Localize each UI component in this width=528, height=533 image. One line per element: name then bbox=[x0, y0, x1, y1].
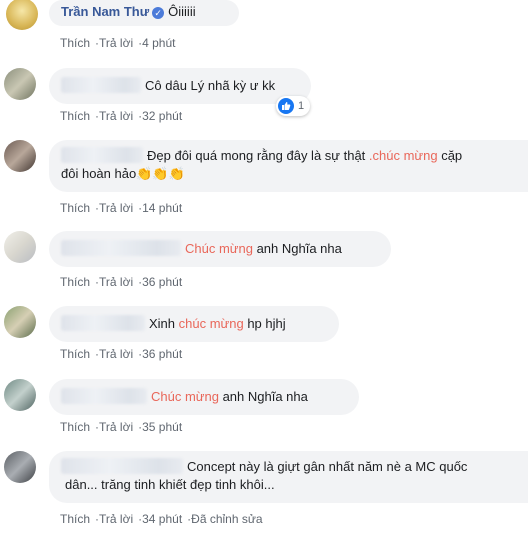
edited-link[interactable]: Đã chỉnh sửa bbox=[191, 512, 262, 526]
comment-bubble: Concept này là giựt gân nhất năm nè a MC… bbox=[49, 451, 528, 503]
like-link[interactable]: Thích bbox=[60, 512, 90, 526]
comment-text: đôi hoàn hảo bbox=[61, 166, 137, 181]
comment-bubble: Đẹp đôi quá mong rằng đây là sự thật .ch… bbox=[49, 140, 528, 192]
comment-actions: Thích ·Trả lời ·36 phút bbox=[60, 275, 183, 289]
avatar[interactable] bbox=[4, 451, 36, 483]
clap-emoji: 👏👏👏 bbox=[136, 166, 185, 181]
comment-text: anh Nghĩa nha bbox=[252, 241, 342, 256]
reply-link[interactable]: Trả lời bbox=[99, 347, 133, 361]
timestamp[interactable]: 36 phút bbox=[142, 347, 182, 361]
comment-bubble: Cô dâu Lý nhã kỳ ư kk bbox=[49, 68, 311, 104]
blurred-author-name bbox=[61, 458, 183, 474]
reply-link[interactable]: Trả lời bbox=[99, 420, 133, 434]
highlighted-text: chúc mừng bbox=[178, 316, 244, 331]
avatar[interactable] bbox=[4, 379, 36, 411]
reply-link[interactable]: Trả lời bbox=[99, 275, 133, 289]
blurred-author-name bbox=[61, 77, 141, 93]
comment-text: Concept này là giựt gân nhất năm nè a MC… bbox=[187, 459, 468, 474]
comment-bubble: Trần Nam Thư ✓ Ôiiiiii bbox=[49, 0, 239, 26]
avatar[interactable] bbox=[4, 140, 36, 172]
blurred-author-name bbox=[61, 388, 147, 404]
like-link[interactable]: Thích bbox=[60, 36, 90, 50]
comment-text: anh Nghĩa nha bbox=[218, 389, 308, 404]
like-link[interactable]: Thích bbox=[60, 347, 90, 361]
like-reaction-icon bbox=[278, 98, 294, 114]
comment-text: hp hjhj bbox=[243, 316, 286, 331]
timestamp[interactable]: 4 phút bbox=[142, 36, 175, 50]
comment-text: cặp bbox=[437, 148, 463, 163]
like-link[interactable]: Thích bbox=[60, 420, 90, 434]
avatar[interactable] bbox=[4, 231, 36, 263]
like-link[interactable]: Thích bbox=[60, 201, 90, 215]
like-link[interactable]: Thích bbox=[60, 275, 90, 289]
timestamp[interactable]: 35 phút bbox=[142, 420, 182, 434]
reaction-count[interactable]: 1 bbox=[276, 96, 311, 116]
verified-badge-icon: ✓ bbox=[152, 7, 165, 19]
comment-text: dân... trăng tinh khiết đẹp tinh khôi... bbox=[65, 477, 275, 492]
reply-link[interactable]: Trả lời bbox=[99, 201, 133, 215]
avatar[interactable] bbox=[4, 306, 36, 338]
comment-actions: Thích ·Trả lời ·36 phút bbox=[60, 347, 183, 361]
comment-bubble: Chúc mừng anh Nghĩa nha bbox=[49, 231, 391, 267]
highlighted-text: .chúc mừng bbox=[368, 148, 438, 163]
highlighted-text: Chúc mừng bbox=[185, 241, 253, 256]
reply-link[interactable]: Trả lời bbox=[99, 109, 133, 123]
comment-actions: Thích ·Trả lời ·35 phút bbox=[60, 420, 183, 434]
comment-text: Xinh bbox=[149, 316, 179, 331]
comment-text: Đẹp đôi quá mong rằng đây là sự thật bbox=[147, 148, 369, 163]
comment-actions: Thích ·Trả lời ·14 phút bbox=[60, 201, 183, 215]
comment-text: Cô dâu Lý nhã kỳ ư kk bbox=[145, 78, 276, 93]
reply-link[interactable]: Trả lời bbox=[99, 36, 133, 50]
comment-bubble: Xinh chúc mừng hp hjhj bbox=[49, 306, 339, 342]
author-name[interactable]: Trần Nam Thư bbox=[61, 4, 149, 19]
reply-link[interactable]: Trả lời bbox=[99, 512, 133, 526]
blurred-author-name bbox=[61, 240, 181, 256]
timestamp[interactable]: 14 phút bbox=[142, 201, 182, 215]
comment-bubble: Chúc mừng anh Nghĩa nha bbox=[49, 379, 359, 415]
timestamp[interactable]: 34 phút bbox=[142, 512, 182, 526]
highlighted-text: Chúc mừng bbox=[151, 389, 219, 404]
comment-actions: Thích ·Trả lời ·4 phút bbox=[60, 36, 176, 50]
reaction-number: 1 bbox=[298, 100, 305, 112]
comment-text: Ôiiiiii bbox=[168, 4, 196, 19]
avatar[interactable] bbox=[6, 0, 38, 30]
avatar[interactable] bbox=[4, 68, 36, 100]
comment-actions: Thích ·Trả lời ·32 phút bbox=[60, 109, 183, 123]
timestamp[interactable]: 32 phút bbox=[142, 109, 182, 123]
blurred-author-name bbox=[61, 147, 143, 163]
comment-actions: Thích ·Trả lời ·34 phút ·Đã chỉnh sửa bbox=[60, 512, 263, 526]
like-link[interactable]: Thích bbox=[60, 109, 90, 123]
blurred-author-name bbox=[61, 315, 145, 331]
timestamp[interactable]: 36 phút bbox=[142, 275, 182, 289]
